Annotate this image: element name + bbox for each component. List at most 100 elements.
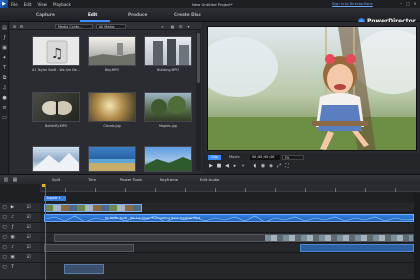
- timeline-view-icon[interactable]: ▥: [3, 177, 9, 183]
- stop-icon[interactable]: ■: [216, 163, 222, 169]
- audio-clip-3[interactable]: [300, 244, 414, 252]
- media-thumb-maples[interactable]: [144, 92, 192, 122]
- search-icon[interactable]: ⌕: [160, 24, 165, 29]
- library-menu-icon[interactable]: ▾: [186, 24, 191, 29]
- tab-create-disc[interactable]: Create Disc: [174, 12, 201, 17]
- title-room-icon[interactable]: T: [1, 65, 8, 72]
- timeline-ruler[interactable]: [40, 184, 420, 192]
- transition-room-icon[interactable]: ⧉: [1, 75, 8, 82]
- media-thumb-clouds[interactable]: [88, 92, 136, 122]
- menu-edit[interactable]: Edit: [21, 2, 35, 7]
- power-tools-button[interactable]: Power Tools: [120, 177, 142, 182]
- library-scrollbar[interactable]: [196, 31, 201, 171]
- tab-edit[interactable]: Edit: [88, 12, 97, 17]
- media-thumb-building[interactable]: [144, 36, 192, 66]
- previous-frame-icon[interactable]: ◀: [224, 163, 230, 169]
- media-thumb-mountain[interactable]: [32, 146, 80, 172]
- preview-controls: Clip Movie 00;00;00;00 Fit ▶ ■ ◀ ▸ » ◖ ◉…: [204, 153, 420, 174]
- tab-produce[interactable]: Produce: [128, 12, 147, 17]
- 3d-mode-icon[interactable]: ◈: [268, 163, 274, 169]
- powerdirector-window: ▶ File Edit View Playback New Untitled P…: [0, 0, 420, 280]
- track-enable-icon[interactable]: ☑: [26, 245, 31, 250]
- mode-bar: Capture Edit Produce Create Disc PowerDi…: [0, 8, 420, 25]
- lock-icon[interactable]: ▢: [2, 215, 7, 220]
- next-frame-icon[interactable]: ▸: [232, 163, 238, 169]
- timecode-display[interactable]: 00;00;00;00: [250, 155, 280, 160]
- track-enable-icon[interactable]: ☑: [26, 215, 31, 220]
- register-link[interactable]: Sign in to DirectorZone: [332, 2, 373, 6]
- title-clip[interactable]: [64, 264, 104, 274]
- video-clip[interactable]: [44, 204, 142, 212]
- fast-forward-icon[interactable]: »: [240, 163, 246, 169]
- split-button[interactable]: Split: [52, 177, 60, 182]
- voice-over-icon[interactable]: ●: [1, 95, 8, 102]
- particle-room-icon[interactable]: ✦: [1, 55, 8, 62]
- media-filter-select[interactable]: Media Conte...: [55, 23, 93, 29]
- lock-icon[interactable]: ▢: [2, 205, 7, 210]
- pip-clip[interactable]: [54, 234, 414, 242]
- view-grid-icon[interactable]: ▦: [170, 24, 175, 29]
- snapshot-icon[interactable]: ◉: [260, 163, 266, 169]
- close-icon[interactable]: ×: [412, 1, 418, 6]
- trim-button[interactable]: Trim: [88, 177, 96, 182]
- maximize-icon[interactable]: □: [405, 1, 411, 6]
- tab-capture[interactable]: Capture: [36, 12, 55, 17]
- minimize-icon[interactable]: –: [398, 1, 404, 6]
- play-icon[interactable]: ▶: [208, 163, 214, 169]
- menu-file[interactable]: File: [8, 2, 21, 7]
- keyframe-button[interactable]: Keyframe: [160, 177, 178, 182]
- track-enable-icon[interactable]: ☑: [26, 235, 31, 240]
- lock-icon[interactable]: ▢: [2, 265, 7, 270]
- media-label: Butterfly.MPO: [44, 124, 68, 128]
- media-thumb-landscape[interactable]: [144, 146, 192, 172]
- playhead[interactable]: [45, 184, 46, 280]
- track-enable-icon[interactable]: ☑: [26, 255, 31, 260]
- lock-icon[interactable]: ▢: [2, 225, 7, 230]
- fullscreen-icon[interactable]: ⛶: [284, 163, 290, 169]
- audio-clip-2[interactable]: [44, 244, 134, 252]
- lock-icon[interactable]: ▢: [2, 255, 7, 260]
- library-scroll-thumb[interactable]: [197, 33, 200, 83]
- timeline-scrollbar[interactable]: [414, 193, 420, 280]
- media-category-select[interactable]: All Media: [96, 23, 126, 29]
- audio-track-icon: ♪: [11, 215, 14, 220]
- import-media-icon[interactable]: ⊞: [12, 24, 17, 29]
- media-thumb-bay[interactable]: [88, 36, 136, 66]
- media-thumb-music[interactable]: ♫: [32, 36, 80, 66]
- video-track-3[interactable]: [40, 253, 420, 263]
- library-toolbar: ⊞ ⚙ Media Conte... All Media ⌕ ▦ ☰ ▾: [10, 22, 202, 30]
- view-details-icon[interactable]: ☰: [178, 24, 183, 29]
- track-header-audio-1: ▢ ♪ ☑: [0, 213, 40, 223]
- app-logo-icon: ▶: [0, 0, 8, 8]
- undock-icon[interactable]: ⤢: [276, 163, 282, 169]
- movie-mode-tab[interactable]: Movie: [226, 155, 243, 160]
- plugins-icon[interactable]: ⚙: [19, 24, 24, 29]
- pip-track-icon: ▣: [10, 235, 15, 240]
- subtitle-room-icon[interactable]: ▭: [1, 115, 8, 122]
- fx-room-icon[interactable]: ƒ: [1, 35, 8, 42]
- fx-track[interactable]: [40, 223, 420, 233]
- track-enable-icon[interactable]: ☑: [26, 225, 31, 230]
- track-enable-icon[interactable]: ☑: [26, 205, 31, 210]
- chapter-marker[interactable]: Chapter 1: [44, 196, 66, 201]
- lock-icon[interactable]: ▢: [2, 235, 7, 240]
- storyboard-view-icon[interactable]: ▦: [12, 177, 18, 183]
- media-room-icon[interactable]: ▤: [1, 25, 8, 32]
- chapter-room-icon[interactable]: ≡: [1, 105, 8, 112]
- audio-mixing-icon[interactable]: ♫: [1, 85, 8, 92]
- edit-audio-button[interactable]: Edit Audio: [200, 177, 219, 182]
- clip-mode-tab[interactable]: Clip: [208, 155, 221, 160]
- menu-view[interactable]: View: [34, 2, 50, 7]
- menu-playback[interactable]: Playback: [50, 2, 74, 7]
- pip-room-icon[interactable]: ▣: [1, 45, 8, 52]
- media-thumb-butterfly[interactable]: [32, 92, 80, 122]
- zoom-fit-select[interactable]: Fit: [282, 155, 304, 160]
- volume-icon[interactable]: ◖: [252, 163, 258, 169]
- video-track-icon: ▶: [10, 205, 15, 210]
- audio-clip-label: 01 Taylor Swift - We Are Never Ever Gett…: [105, 215, 200, 220]
- room-toolbar: ▤ ƒ ▣ ✦ T ⧉ ♫ ● ≡ ▭: [0, 22, 9, 174]
- audio-clip[interactable]: 01 Taylor Swift - We Are Never Ever Gett…: [44, 214, 414, 222]
- media-thumb-beach[interactable]: [88, 146, 136, 172]
- media-label: Bay.MPO: [104, 68, 120, 72]
- lock-icon[interactable]: ▢: [2, 245, 7, 250]
